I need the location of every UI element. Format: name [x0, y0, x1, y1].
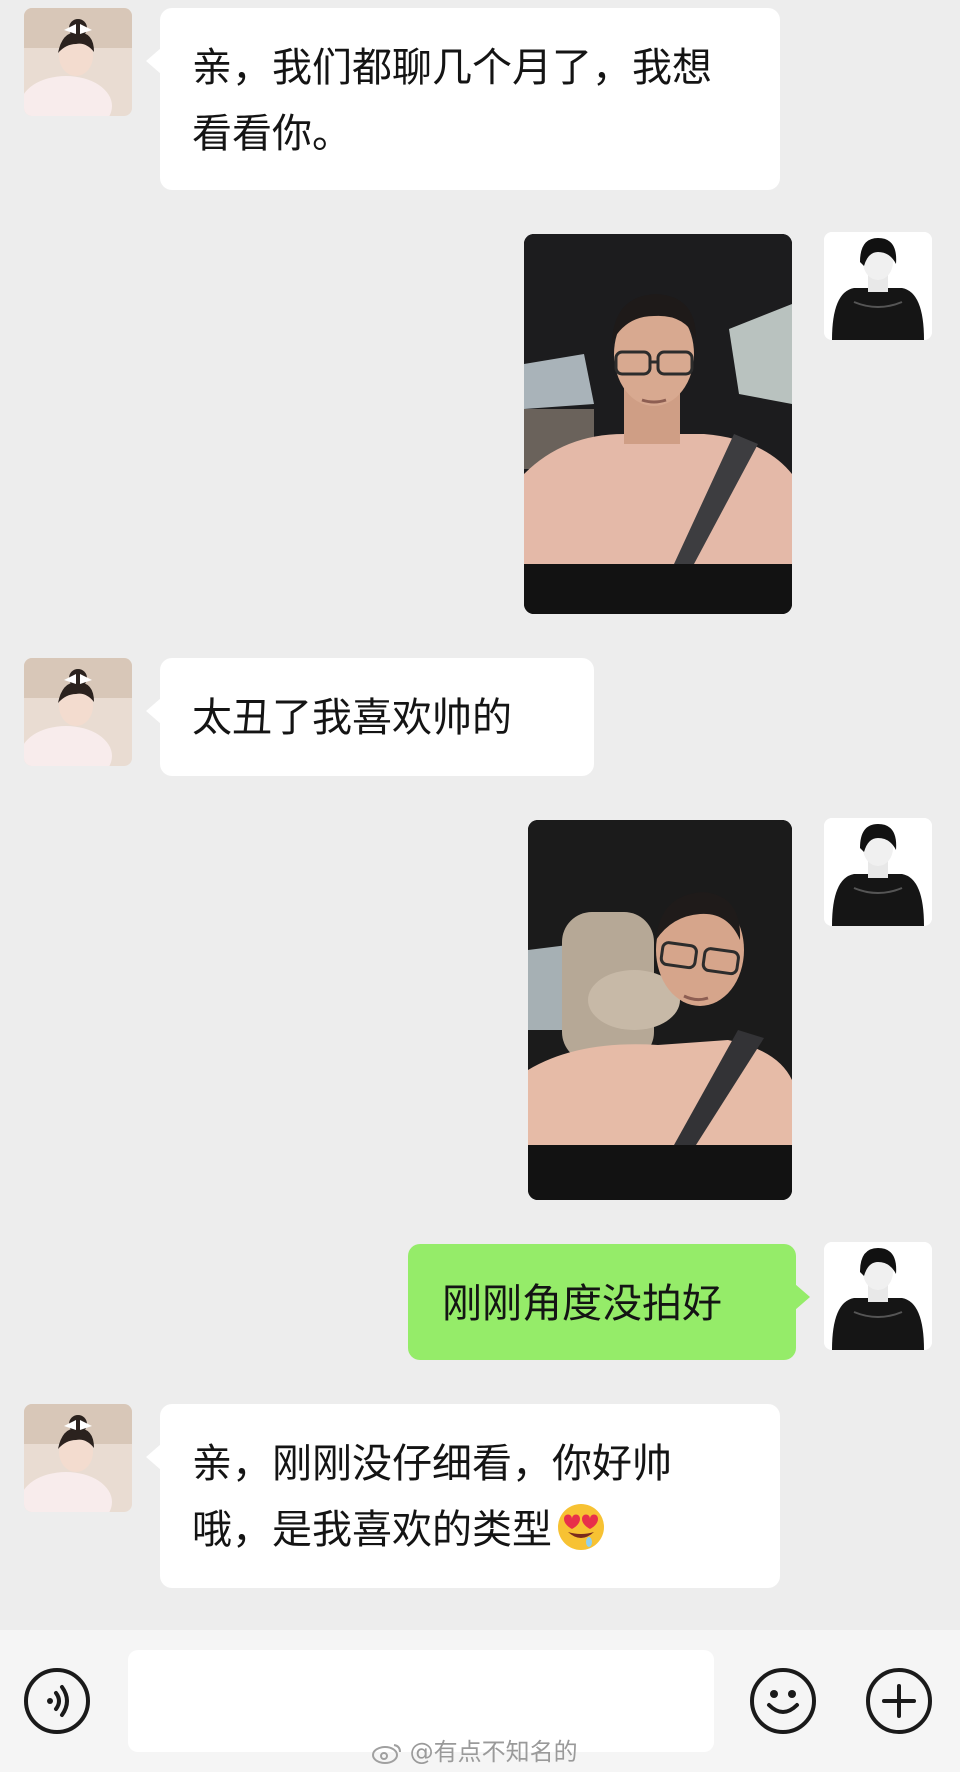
contact-avatar[interactable] — [24, 8, 132, 116]
contact-avatar[interactable] — [24, 1404, 132, 1512]
emoji-icon[interactable] — [750, 1668, 816, 1734]
sent-photo-message[interactable] — [528, 820, 792, 1200]
outgoing-message-bubble[interactable]: 刚刚角度没拍好 — [408, 1244, 810, 1360]
contact-avatar[interactable] — [24, 658, 132, 766]
watermark-text: @有点不知名的 — [409, 1738, 578, 1766]
incoming-message-bubble[interactable]: 太丑了我喜欢帅的 — [146, 658, 594, 776]
sent-photo-message[interactable] — [524, 234, 792, 614]
chat-message-list[interactable]: 亲，我们都聊几个月了，我想看看你。 太丑了我喜欢帅的 刚刚角度没拍好 亲，刚刚没… — [0, 0, 960, 1630]
voice-icon[interactable] — [24, 1668, 90, 1734]
weibo-icon — [372, 1738, 410, 1766]
my-avatar[interactable] — [824, 232, 932, 340]
message-text: 太丑了我喜欢帅的 — [192, 695, 512, 741]
heart-eyes-emoji-icon — [556, 1502, 606, 1552]
plus-icon[interactable] — [866, 1668, 932, 1734]
watermark: @有点不知名的 — [372, 1732, 578, 1767]
my-avatar[interactable] — [824, 818, 932, 926]
incoming-message-bubble[interactable]: 亲，刚刚没仔细看，你好帅哦，是我喜欢的类型 — [146, 1404, 780, 1588]
my-avatar[interactable] — [824, 1242, 932, 1350]
message-text: 亲，我们都聊几个月了，我想看看你。 — [192, 45, 712, 157]
incoming-message-bubble[interactable]: 亲，我们都聊几个月了，我想看看你。 — [146, 8, 780, 190]
message-text: 刚刚角度没拍好 — [442, 1281, 722, 1327]
